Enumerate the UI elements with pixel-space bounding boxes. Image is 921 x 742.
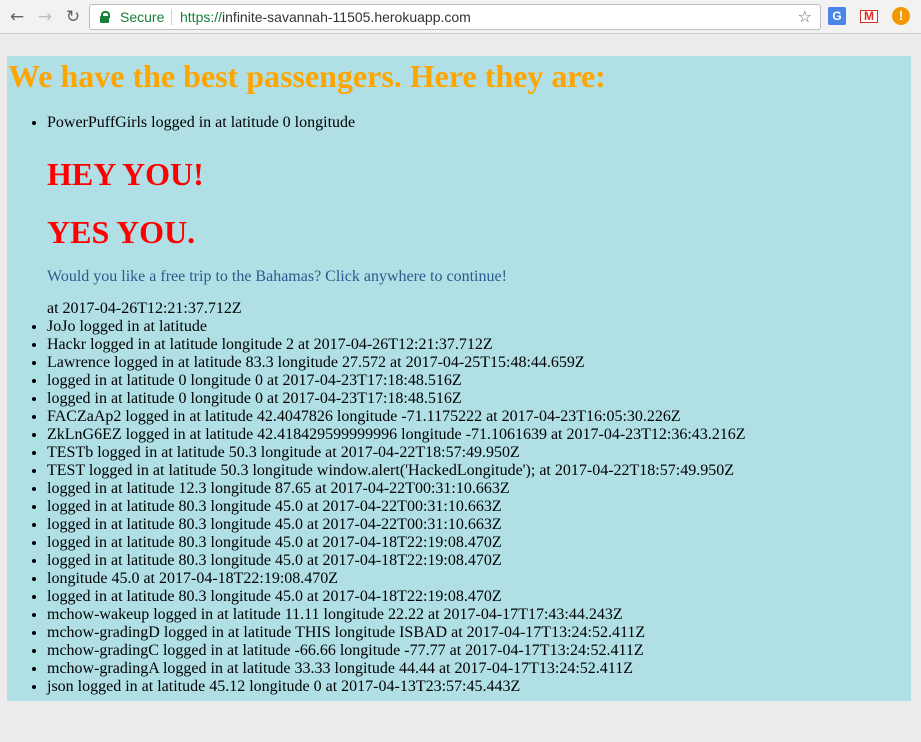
ad-heading-yes-you: YES YOU. — [47, 214, 196, 250]
list-item: Hackr logged in at latitude longitude 2 … — [47, 336, 907, 354]
entry-text: PowerPuffGirls logged in at latitude 0 l… — [47, 114, 356, 131]
reload-icon[interactable]: ↻ — [62, 6, 84, 28]
url-scheme: https:// — [180, 9, 223, 25]
list-item: Lawrence logged in at latitude 83.3 long… — [47, 354, 907, 372]
list-item: logged in at latitude 0 longitude 0 at 2… — [47, 372, 907, 390]
list-item: PowerPuffGirls logged in at latitude 0 l… — [47, 114, 907, 318]
alert-icon[interactable]: ! — [892, 7, 910, 25]
entry-text: at 2017-04-26T12:21:37.712Z — [47, 300, 242, 317]
lock-icon[interactable] — [100, 11, 110, 23]
list-item: logged in at latitude 80.3 longitude 45.… — [47, 552, 907, 570]
url-text[interactable]: https://infinite-savannah-11505.herokuap… — [180, 5, 471, 29]
list-item: logged in at latitude 80.3 longitude 45.… — [47, 534, 907, 552]
list-item: mchow-gradingA logged in at latitude 33.… — [47, 660, 907, 678]
page-title: We have the best passengers. Here they a… — [8, 58, 606, 94]
list-item: TEST logged in at latitude 50.3 longitud… — [47, 462, 907, 480]
list-item: TESTb logged in at latitude 50.3 longitu… — [47, 444, 907, 462]
list-item: logged in at latitude 80.3 longitude 45.… — [47, 516, 907, 534]
forward-arrow-icon[interactable]: → — [34, 6, 56, 28]
list-item: longitude 45.0 at 2017-04-18T22:19:08.47… — [47, 570, 907, 588]
list-item: logged in at latitude 12.3 longitude 87.… — [47, 480, 907, 498]
security-label[interactable]: Secure — [120, 5, 164, 29]
list-item: ZkLnG6EZ logged in at latitude 42.418429… — [47, 426, 907, 444]
list-item: json logged in at latitude 45.12 longitu… — [47, 678, 907, 696]
ad-heading-hey-you: HEY YOU! — [47, 156, 204, 192]
list-item: FACZaAp2 logged in at latitude 42.404782… — [47, 408, 907, 426]
url-host: infinite-savannah-11505.herokuapp.com — [222, 9, 471, 25]
page-body: We have the best passengers. Here they a… — [7, 56, 911, 701]
list-item: mchow-wakeup logged in at latitude 11.11… — [47, 606, 907, 624]
gmail-icon[interactable]: M — [860, 7, 878, 25]
list-item: mchow-gradingD logged in at latitude THI… — [47, 624, 907, 642]
address-divider — [171, 9, 172, 25]
browser-toolbar: ← → ↻ Secure https://infinite-savannah-1… — [0, 0, 921, 34]
passenger-list: PowerPuffGirls logged in at latitude 0 l… — [7, 114, 907, 696]
list-item: logged in at latitude 0 longitude 0 at 2… — [47, 390, 907, 408]
list-item: mchow-gradingC logged in at latitude -66… — [47, 642, 907, 660]
list-item: logged in at latitude 80.3 longitude 45.… — [47, 498, 907, 516]
back-arrow-icon[interactable]: ← — [6, 6, 28, 28]
bahamas-link[interactable]: Would you like a free trip to the Bahama… — [47, 268, 907, 286]
star-icon[interactable]: ☆ — [798, 5, 812, 29]
list-item: logged in at latitude 80.3 longitude 45.… — [47, 588, 907, 606]
address-bar[interactable]: Secure https://infinite-savannah-11505.h… — [89, 4, 821, 30]
list-item: JoJo logged in at latitude — [47, 318, 907, 336]
translate-icon[interactable]: G — [828, 7, 846, 25]
